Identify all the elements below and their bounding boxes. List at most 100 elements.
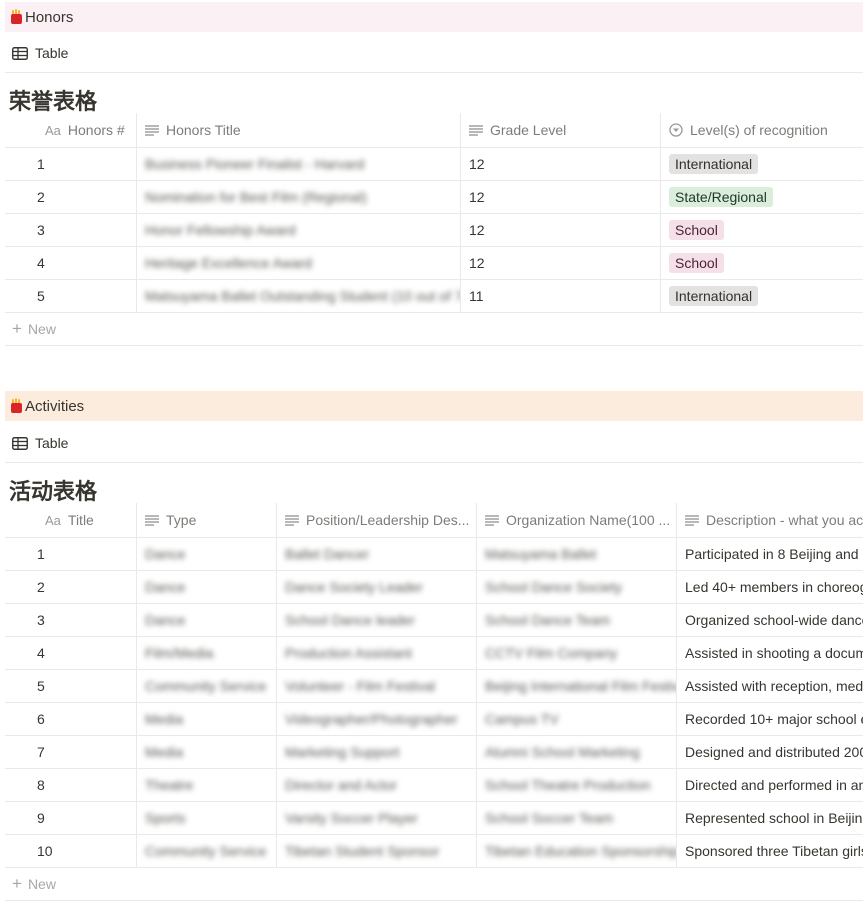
honors-title-cell[interactable]: Nomination for Best Film (Regional) <box>137 181 461 213</box>
recognition-cell[interactable]: State/Regional <box>661 181 863 213</box>
honors-num-cell[interactable]: 4 <box>5 247 137 279</box>
honors-table-view-tab[interactable]: Table <box>12 41 68 65</box>
activity-num-cell[interactable]: 6 <box>5 703 137 735</box>
activity-org-cell[interactable]: Campus TV <box>477 703 677 735</box>
honors-title-cell[interactable]: Honor Fellowship Award <box>137 214 461 246</box>
activity-position-cell[interactable]: Dance Society Leader <box>277 571 477 603</box>
activity-num-cell[interactable]: 1 <box>5 538 137 570</box>
activity-type-cell[interactable]: Dance <box>137 571 277 603</box>
activity-org-cell[interactable]: Tibetan Education Sponsorship <box>477 835 677 867</box>
table-row[interactable]: 1 Business Pioneer Finalist - Harvard 12 In… <box>5 148 863 181</box>
honors-num-cell[interactable]: 5 <box>5 280 137 312</box>
grade-level-cell[interactable]: 12 <box>461 247 661 279</box>
column-header-organization[interactable]: Organization Name(100 ... <box>477 503 677 537</box>
table-row[interactable]: 2 Dance Dance Society Leader School Dance S… <box>5 571 863 604</box>
activity-num-cell[interactable]: 2 <box>5 571 137 603</box>
activity-org-cell[interactable]: Alumni School Marketing <box>477 736 677 768</box>
activity-description-cell[interactable]: Organized school-wide dance <box>677 604 863 636</box>
recognition-cell[interactable]: School <box>661 247 863 279</box>
table-row[interactable]: 10 Community Service Tibetan Student Spons… <box>5 835 863 868</box>
column-header-title[interactable]: Aa Title <box>5 503 137 537</box>
new-row-button[interactable]: + New <box>5 313 863 346</box>
table-row[interactable]: 3 Dance School Dance leader School Dance Te… <box>5 604 863 637</box>
grade-level-cell[interactable]: 12 <box>461 181 661 213</box>
activity-position-cell[interactable]: Varsity Soccer Player <box>277 802 477 834</box>
column-header-description[interactable]: Description - what you ac <box>677 503 863 537</box>
recognition-cell[interactable]: International <box>661 280 863 312</box>
table-row[interactable]: 5 Community Service Volunteer - Film Festi… <box>5 670 863 703</box>
activity-description-cell[interactable]: Participated in 8 Beijing and 5 <box>677 538 863 570</box>
recognition-cell[interactable]: School <box>661 214 863 246</box>
recognition-cell[interactable]: International <box>661 148 863 180</box>
grade-level-cell[interactable]: 11 <box>461 280 661 312</box>
activity-org-cell[interactable]: School Theatre Production <box>477 769 677 801</box>
table-row[interactable]: 5 Matsuyama Ballet Outstanding Student (1… <box>5 280 863 313</box>
activities-table-view-tab[interactable]: Table <box>12 431 68 455</box>
column-header-honors-title[interactable]: Honors Title <box>137 113 461 147</box>
activity-org-cell[interactable]: School Dance Team <box>477 604 677 636</box>
activity-num-cell[interactable]: 10 <box>5 835 137 867</box>
table-row[interactable]: 1 Dance Ballet Dancer Matsuyama Ballet Parti… <box>5 538 863 571</box>
activity-position-cell[interactable]: School Dance leader <box>277 604 477 636</box>
activity-position-cell[interactable]: Volunteer - Film Festival <box>277 670 477 702</box>
activity-org-cell[interactable]: CCTV Film Company <box>477 637 677 669</box>
activity-type-cell[interactable]: Dance <box>137 604 277 636</box>
activity-org-cell[interactable]: Beijing International Film Festival <box>477 670 677 702</box>
grade-level-cell[interactable]: 12 <box>461 148 661 180</box>
activity-num-cell[interactable]: 3 <box>5 604 137 636</box>
activity-type-cell[interactable]: Dance <box>137 538 277 570</box>
activity-num-cell[interactable]: 7 <box>5 736 137 768</box>
activity-num-cell[interactable]: 9 <box>5 802 137 834</box>
honors-title-cell[interactable]: Heritage Excellence Award <box>137 247 461 279</box>
new-row-button[interactable]: + New <box>5 868 863 901</box>
column-header-position[interactable]: Position/Leadership Des... <box>277 503 477 537</box>
activity-org-cell[interactable]: School Soccer Team <box>477 802 677 834</box>
activities-section-header[interactable]: Activities <box>5 391 863 421</box>
activity-type-cell[interactable]: Media <box>137 736 277 768</box>
activity-position-cell[interactable]: Videographer/Photographer <box>277 703 477 735</box>
column-header-recognition-level[interactable]: Level(s) of recognition <box>661 113 863 147</box>
activity-position-cell[interactable]: Marketing Support <box>277 736 477 768</box>
activity-position-cell[interactable]: Tibetan Student Sponsor <box>277 835 477 867</box>
activity-position-cell[interactable]: Director and Actor <box>277 769 477 801</box>
activity-description-cell[interactable]: Assisted with reception, med <box>677 670 863 702</box>
activity-description-cell[interactable]: Assisted in shooting a docum <box>677 637 863 669</box>
activity-type-cell[interactable]: Community Service <box>137 835 277 867</box>
honors-num-cell[interactable]: 3 <box>5 214 137 246</box>
activity-num-cell[interactable]: 8 <box>5 769 137 801</box>
activity-num-cell[interactable]: 5 <box>5 670 137 702</box>
honors-title-cell[interactable]: Business Pioneer Finalist - Harvard <box>137 148 461 180</box>
table-row[interactable]: 8 Theatre Director and Actor School Theatre… <box>5 769 863 802</box>
column-header-type[interactable]: Type <box>137 503 277 537</box>
table-row[interactable]: 4 Film/Media Production Assistant CCTV Film… <box>5 637 863 670</box>
table-row[interactable]: 9 Sports Varsity Soccer Player School Socce… <box>5 802 863 835</box>
honors-num-cell[interactable]: 2 <box>5 181 137 213</box>
honors-num-cell[interactable]: 1 <box>5 148 137 180</box>
table-row[interactable]: 2 Nomination for Best Film (Regional) 12 St… <box>5 181 863 214</box>
activity-description-cell[interactable]: Sponsored three Tibetan girls <box>677 835 863 867</box>
column-header-grade-level[interactable]: Grade Level <box>461 113 661 147</box>
activity-type-cell[interactable]: Media <box>137 703 277 735</box>
activity-type-cell[interactable]: Sports <box>137 802 277 834</box>
activity-description-cell[interactable]: Designed and distributed 200 <box>677 736 863 768</box>
activity-org-cell[interactable]: School Dance Society <box>477 571 677 603</box>
activity-description-cell[interactable]: Directed and performed in an <box>677 769 863 801</box>
activity-position-cell[interactable]: Production Assistant <box>277 637 477 669</box>
honors-title-cell[interactable]: Matsuyama Ballet Outstanding Student (10… <box>137 280 461 312</box>
activity-position-cell[interactable]: Ballet Dancer <box>277 538 477 570</box>
activity-org-cell[interactable]: Matsuyama Ballet <box>477 538 677 570</box>
honors-section-header[interactable]: Honors <box>5 2 863 32</box>
activity-description-cell[interactable]: Led 40+ members in choreog <box>677 571 863 603</box>
activity-type-cell[interactable]: Theatre <box>137 769 277 801</box>
table-row[interactable]: 3 Honor Fellowship Award 12 School <box>5 214 863 247</box>
activity-description-cell[interactable]: Recorded 10+ major school e <box>677 703 863 735</box>
activity-description-cell[interactable]: Represented school in Beijing <box>677 802 863 834</box>
activity-type-cell[interactable]: Film/Media <box>137 637 277 669</box>
activity-num-cell[interactable]: 4 <box>5 637 137 669</box>
activity-type-cell[interactable]: Community Service <box>137 670 277 702</box>
table-row[interactable]: 4 Heritage Excellence Award 12 School <box>5 247 863 280</box>
table-row[interactable]: 7 Media Marketing Support Alumni School Mar… <box>5 736 863 769</box>
grade-level-cell[interactable]: 12 <box>461 214 661 246</box>
column-header-honors-num[interactable]: Aa Honors # <box>5 113 137 147</box>
table-row[interactable]: 6 Media Videographer/Photographer Campus TV… <box>5 703 863 736</box>
